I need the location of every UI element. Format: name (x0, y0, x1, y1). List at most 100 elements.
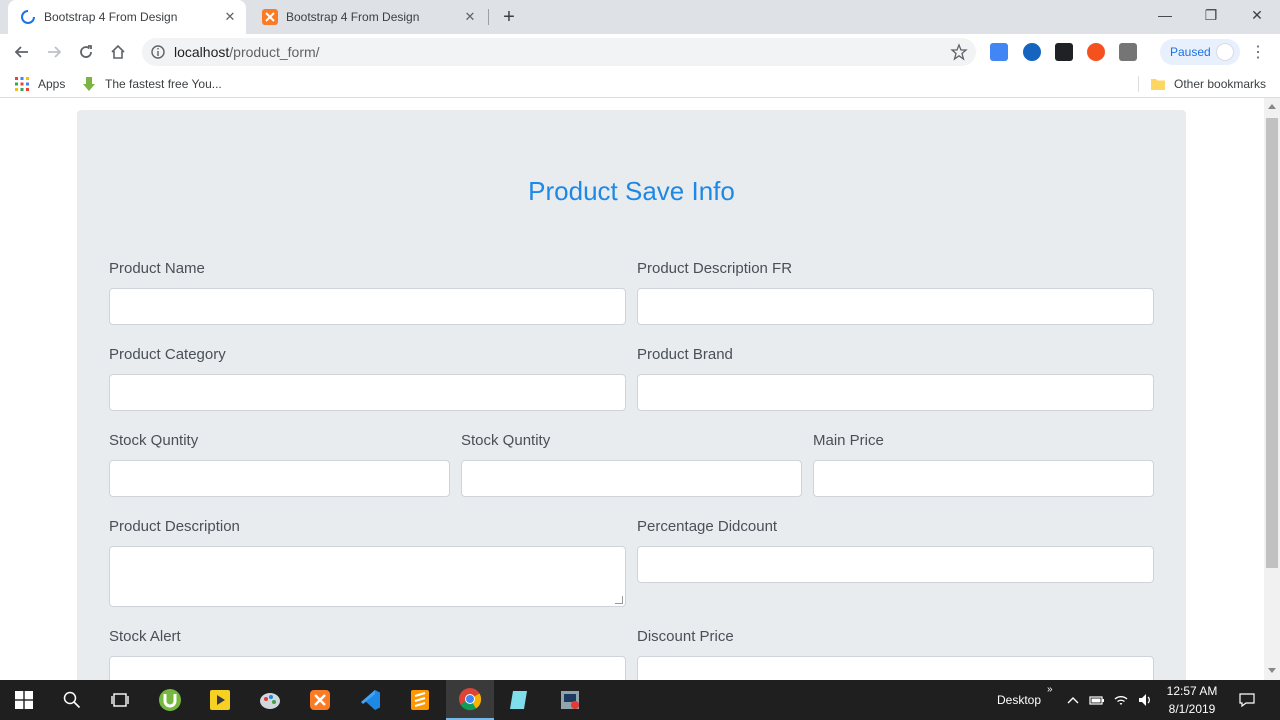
taskbar-app-utorrent[interactable] (146, 680, 194, 720)
label-product-name: Product Name (109, 260, 205, 277)
loading-spinner-icon (21, 10, 35, 24)
url-host: localhost (174, 44, 230, 60)
task-view-button[interactable] (96, 680, 144, 720)
page-title: Product Save Info (528, 176, 735, 206)
windows-taskbar: Desktop » 12:57 AM 8/1/2019 (0, 680, 1280, 720)
close-window-icon[interactable]: ✕ (1234, 0, 1280, 30)
taskbar-app-player[interactable] (196, 680, 244, 720)
label-percentage-discount: Percentage Didcount (637, 518, 778, 535)
url-path: /product_form/ (229, 44, 320, 60)
reload-icon[interactable] (74, 40, 98, 64)
bookmark-separator (1138, 76, 1139, 92)
start-button[interactable] (0, 680, 48, 720)
taskbar-app-paint[interactable] (246, 680, 294, 720)
wifi-icon[interactable] (1113, 692, 1129, 708)
desktop-toolbar-label[interactable]: Desktop (997, 693, 1041, 707)
battery-icon[interactable] (1089, 692, 1105, 708)
label-product-brand: Product Brand (637, 346, 733, 363)
paint-icon (260, 693, 280, 709)
bookmark-label: Other bookmarks (1174, 77, 1267, 91)
taskbar-app-chrome[interactable] (446, 680, 494, 720)
taskbar-app-notes[interactable] (496, 680, 544, 720)
other-bookmarks[interactable]: Other bookmarks (1150, 76, 1266, 92)
bookmark-star-icon[interactable] (950, 43, 968, 61)
player-icon (210, 690, 230, 710)
tb-extension-icon[interactable] (1119, 43, 1137, 61)
browser-toolbar: localhost/product_form/ Paused ⋮ (0, 34, 1280, 70)
percentage-discount-input[interactable] (637, 546, 1154, 583)
tab-inactive[interactable]: Bootstrap 4 From Design ✕ (250, 0, 486, 34)
new-tab-icon[interactable]: + (499, 6, 519, 28)
restore-icon[interactable]: ❐ (1188, 0, 1234, 30)
label-product-category: Product Category (109, 346, 226, 363)
clock-time[interactable]: 12:57 AM (1166, 684, 1218, 698)
taskbar-app-xampp[interactable] (296, 680, 344, 720)
forward-icon[interactable] (42, 40, 66, 64)
download-arrow-icon (83, 77, 95, 91)
label-stock-alert: Stock Alert (109, 628, 181, 645)
scroll-down-icon[interactable] (1268, 668, 1276, 673)
taskbar-app-vscode[interactable] (346, 680, 394, 720)
home-icon[interactable] (106, 40, 130, 64)
resize-handle[interactable] (615, 596, 623, 604)
profile-status: Paused (1170, 45, 1211, 59)
recorder-icon (561, 691, 579, 709)
label-product-description-fr: Product Description FR (637, 260, 793, 277)
minimize-icon[interactable]: — (1142, 0, 1188, 30)
product-description-textarea[interactable] (109, 546, 626, 607)
search-icon (63, 691, 81, 709)
sublime-icon (411, 690, 429, 710)
product-brand-input[interactable] (637, 374, 1154, 411)
label-stock-quantity-1: Stock Quntity (109, 432, 199, 449)
product-category-input[interactable] (109, 374, 626, 411)
taskbar-app-recorder[interactable] (546, 680, 594, 720)
toolbar-expand-icon[interactable]: » (1047, 684, 1053, 695)
clock-date[interactable]: 8/1/2019 (1166, 702, 1218, 716)
discount-price-input[interactable] (637, 656, 1154, 680)
translate-extension-icon[interactable] (990, 43, 1008, 61)
tab-strip: Bootstrap 4 From Design ✕ Bootstrap 4 Fr… (0, 0, 1280, 34)
label-discount-price: Discount Price (637, 628, 734, 645)
chrome-icon (459, 688, 482, 711)
address-bar[interactable]: localhost/product_form/ (142, 38, 976, 66)
stock-quantity-1-input[interactable] (109, 460, 450, 497)
firefox-extension-icon[interactable] (1087, 43, 1105, 61)
page-scrollbar[interactable] (1264, 98, 1280, 680)
bookmark-label: The fastest free You... (105, 77, 222, 91)
cube-extension-icon[interactable] (1055, 43, 1073, 61)
product-description-fr-input[interactable] (637, 288, 1154, 325)
product-name-input[interactable] (109, 288, 626, 325)
notifications-icon[interactable] (1239, 692, 1255, 708)
apps-grid-icon (15, 77, 29, 91)
page-viewport: Product Save Info Product Name Product D… (0, 98, 1264, 680)
close-tab-icon[interactable]: ✕ (222, 9, 238, 25)
bookmark-apps[interactable]: Apps (14, 76, 65, 92)
search-button[interactable] (48, 680, 96, 720)
tab-separator (488, 9, 489, 25)
chevron-up-icon[interactable] (1065, 692, 1081, 708)
menu-icon[interactable]: ⋮ (1250, 42, 1266, 62)
stock-quantity-2-input[interactable] (461, 460, 802, 497)
utorrent-icon (159, 689, 181, 711)
info-icon[interactable] (150, 44, 166, 60)
volume-icon[interactable] (1137, 692, 1153, 708)
label-main-price: Main Price (813, 432, 884, 449)
url-text: localhost/product_form/ (174, 44, 320, 60)
tab-title: Bootstrap 4 From Design (286, 10, 420, 24)
scroll-thumb[interactable] (1266, 118, 1278, 568)
scroll-up-icon[interactable] (1268, 104, 1276, 109)
xampp-icon (310, 690, 330, 710)
xampp-icon (262, 9, 278, 25)
taskbar-app-sublime[interactable] (396, 680, 444, 720)
profile-button[interactable]: Paused (1160, 39, 1240, 65)
stock-alert-input[interactable] (109, 656, 626, 680)
bookmark-item[interactable]: The fastest free You... (81, 76, 222, 92)
tab-active[interactable]: Bootstrap 4 From Design ✕ (8, 0, 246, 34)
close-tab-icon[interactable]: ✕ (462, 9, 478, 25)
bookmark-label: Apps (38, 77, 66, 91)
avatar (1216, 43, 1234, 61)
back-icon[interactable] (10, 40, 34, 64)
form-container: Product Save Info Product Name Product D… (77, 110, 1186, 680)
extension-icon[interactable] (1023, 43, 1041, 61)
main-price-input[interactable] (813, 460, 1154, 497)
